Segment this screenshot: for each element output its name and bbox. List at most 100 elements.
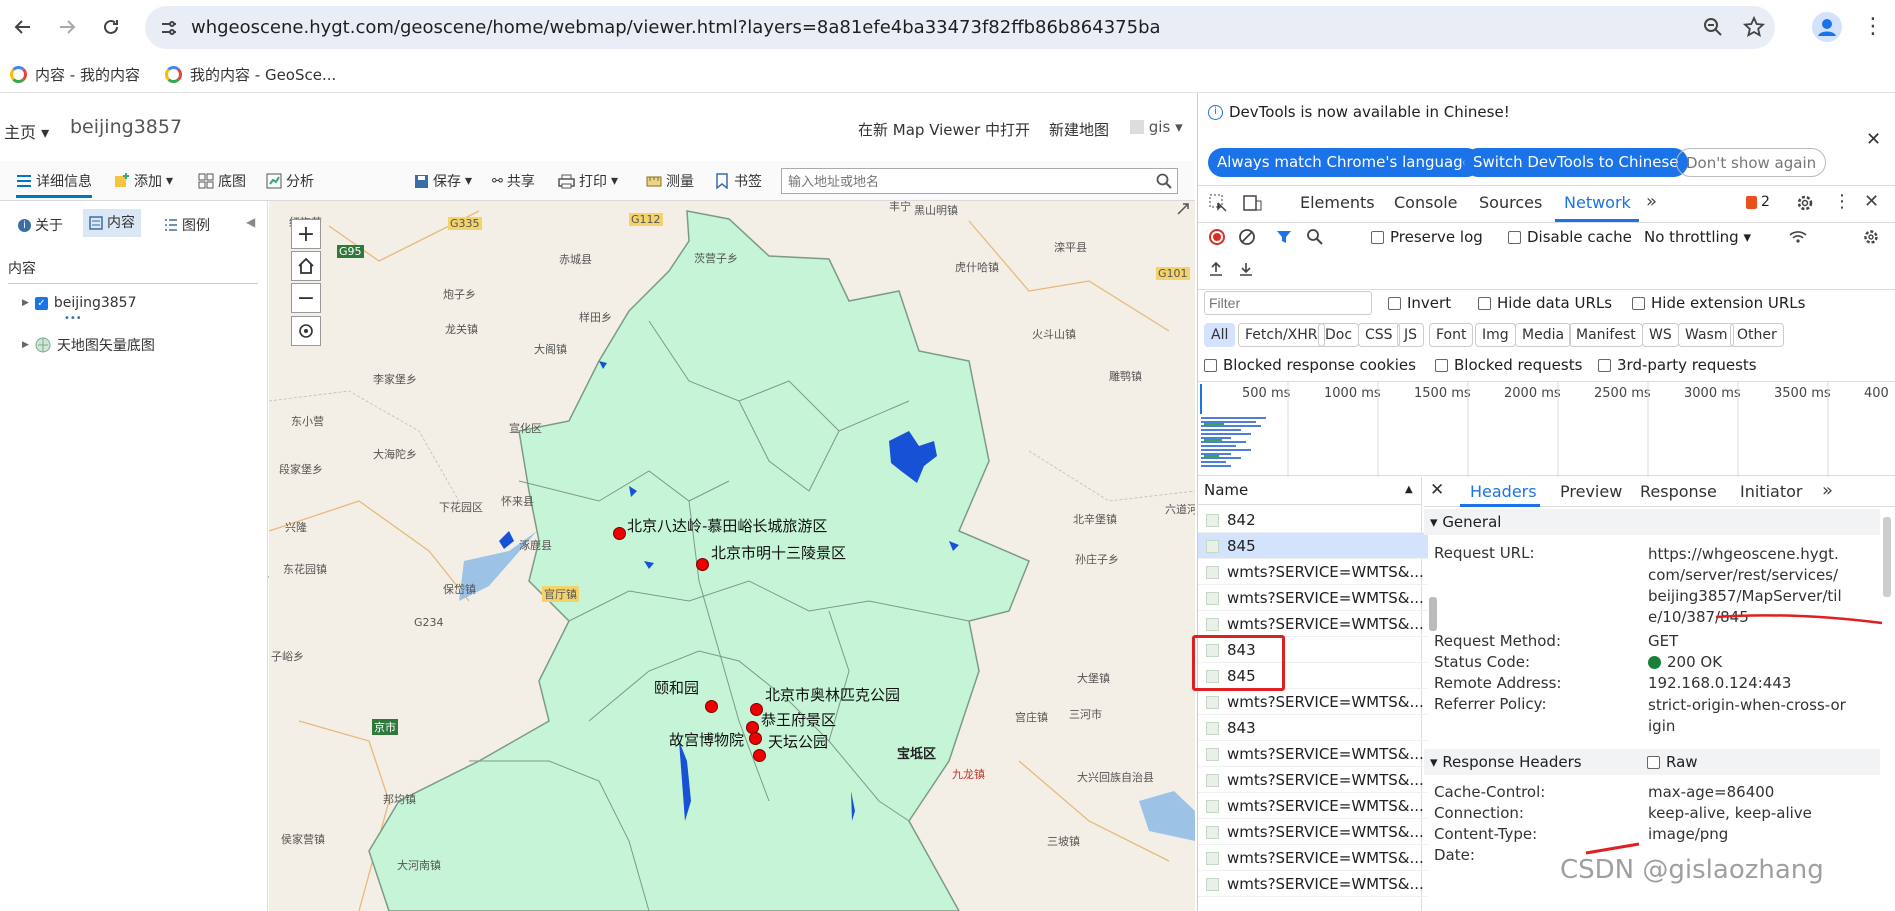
tab-initiator[interactable]: Initiator — [1740, 482, 1802, 501]
network-conditions-icon[interactable] — [1788, 229, 1808, 245]
tab-sources[interactable]: Sources — [1479, 193, 1542, 212]
hide-data-urls-toggle[interactable]: Hide data URLs — [1478, 294, 1612, 312]
request-row[interactable]: wmts?SERVICE=WMTS&... — [1198, 819, 1428, 845]
layer-checkbox[interactable]: ✓ — [34, 296, 48, 310]
request-row[interactable]: wmts?SERVICE=WMTS&... — [1198, 793, 1428, 819]
tab-headers[interactable]: Headers — [1470, 482, 1537, 501]
close-devtools-icon[interactable]: ✕ — [1864, 191, 1879, 212]
import-har-icon[interactable] — [1208, 261, 1224, 277]
close-banner-icon[interactable]: ✕ — [1866, 129, 1881, 150]
filter-fetch-xhr[interactable]: Fetch/XHR — [1238, 323, 1325, 347]
url-text[interactable]: whgeoscene.hygt.com/geoscene/home/webmap… — [191, 17, 1161, 38]
tab-response[interactable]: Response — [1640, 482, 1717, 501]
filter-other[interactable]: Other — [1730, 323, 1784, 347]
request-row[interactable]: 842 — [1198, 507, 1428, 533]
raw-toggle[interactable]: Raw — [1647, 749, 1698, 775]
address-search-input[interactable] — [782, 169, 1152, 193]
filter-css[interactable]: CSS — [1358, 323, 1400, 347]
filter-img[interactable]: Img — [1475, 323, 1516, 347]
preserve-log-toggle[interactable]: Preserve log — [1371, 228, 1483, 246]
add-button[interactable]: 添加 ▾ — [114, 171, 173, 191]
filter-js[interactable]: JS — [1397, 323, 1425, 347]
device-toolbar-icon[interactable] — [1242, 193, 1262, 213]
request-row[interactable]: wmts?SERVICE=WMTS&... — [1198, 689, 1428, 715]
issues-badge[interactable]: 2 — [1746, 194, 1770, 210]
poi-marker[interactable] — [696, 558, 709, 571]
general-section-header[interactable]: ▾ General — [1424, 509, 1880, 535]
switch-chinese-button[interactable]: Switch DevTools to Chinese — [1464, 148, 1688, 177]
collapse-sidebar-icon[interactable]: ◀ — [246, 215, 255, 229]
back-button[interactable] — [8, 12, 38, 42]
export-har-icon[interactable] — [1238, 261, 1254, 277]
request-row[interactable]: wmts?SERVICE=WMTS&... — [1198, 611, 1428, 637]
filter-ws[interactable]: WS — [1642, 323, 1679, 347]
tab-content[interactable]: 内容 — [83, 209, 141, 237]
browser-menu-icon[interactable]: ⋮ — [1862, 14, 1884, 39]
search-icon[interactable] — [1156, 173, 1172, 189]
poi-marker[interactable] — [613, 527, 626, 540]
throttling-select[interactable]: No throttling ▾ — [1644, 228, 1751, 246]
search-icon[interactable] — [1306, 228, 1324, 246]
filter-font[interactable]: Font — [1429, 323, 1474, 347]
record-icon[interactable] — [1208, 228, 1226, 246]
invert-toggle[interactable]: Invert — [1388, 294, 1451, 312]
bookmark-item[interactable]: 内容 - 我的内容 — [10, 64, 140, 85]
tab-elements[interactable]: Elements — [1300, 193, 1375, 212]
layer-item[interactable]: ▶ ✓ beijing3857 — [22, 295, 136, 311]
analysis-button[interactable]: 分析 — [266, 171, 314, 191]
hide-extension-urls-toggle[interactable]: Hide extension URLs — [1632, 294, 1805, 312]
request-row[interactable]: wmts?SERVICE=WMTS&... — [1198, 871, 1428, 897]
share-button[interactable]: ⚯ 共享 — [492, 171, 535, 191]
tab-legend[interactable]: 图例 — [164, 215, 210, 235]
zoom-out-button[interactable]: − — [291, 283, 321, 313]
clear-icon[interactable] — [1238, 228, 1256, 246]
more-tabs-icon[interactable]: » — [1646, 191, 1657, 212]
request-row[interactable]: wmts?SERVICE=WMTS&... — [1198, 767, 1428, 793]
request-row[interactable]: wmts?SERVICE=WMTS&... — [1198, 559, 1428, 585]
bookmark-item[interactable]: 我的内容 - GeoSce... — [165, 64, 336, 85]
filter-media[interactable]: Media — [1515, 323, 1572, 347]
user-menu[interactable]: gis ▾ — [1130, 118, 1183, 136]
new-map-link[interactable]: 新建地图 — [1049, 119, 1109, 140]
tab-network[interactable]: Network — [1564, 193, 1631, 212]
tab-about[interactable]: i 关于 — [18, 215, 63, 235]
overview-timeline[interactable]: 500 ms 1000 ms 1500 ms 2000 ms 2500 ms 3… — [1198, 381, 1895, 477]
devtools-menu-icon[interactable]: ⋮ — [1833, 191, 1851, 212]
filter-manifest[interactable]: Manifest — [1569, 323, 1643, 347]
blocked-requests-toggle[interactable]: Blocked requests — [1435, 356, 1582, 374]
response-headers-section-header[interactable]: ▾ Response Headers Raw — [1424, 749, 1880, 775]
poi-marker[interactable] — [705, 700, 718, 713]
details-button[interactable]: 详细信息 — [16, 171, 92, 198]
tab-preview[interactable]: Preview — [1560, 482, 1622, 501]
address-bar[interactable]: whgeoscene.hygt.com/geoscene/home/webmap… — [145, 6, 1775, 49]
request-row[interactable]: wmts?SERVICE=WMTS&... — [1198, 585, 1428, 611]
open-in-map-viewer-link[interactable]: 在新 Map Viewer 中打开 — [858, 119, 1030, 140]
basemap-button[interactable]: 底图 — [198, 171, 246, 191]
filter-icon[interactable] — [1276, 229, 1292, 245]
dont-show-button[interactable]: Don't show again — [1676, 148, 1827, 177]
third-party-toggle[interactable]: 3rd-party requests — [1598, 356, 1757, 374]
tab-console[interactable]: Console — [1394, 193, 1458, 212]
layer-item[interactable]: ▶ 天地图矢量底图 — [22, 335, 155, 355]
poi-marker[interactable] — [749, 732, 762, 745]
print-button[interactable]: 打印 ▾ — [558, 171, 618, 191]
filter-doc[interactable]: Doc — [1318, 323, 1360, 347]
more-tabs-icon[interactable]: » — [1822, 480, 1833, 501]
save-button[interactable]: 保存 ▾ — [414, 171, 472, 191]
filter-all[interactable]: All — [1204, 323, 1236, 347]
inspect-icon[interactable] — [1208, 193, 1228, 213]
request-row[interactable]: wmts?SERVICE=WMTS&... — [1198, 845, 1428, 871]
scrollbar-thumb[interactable] — [1883, 517, 1891, 597]
disable-cache-toggle[interactable]: Disable cache — [1508, 228, 1632, 246]
name-column-header[interactable]: Name ▲ — [1198, 477, 1422, 505]
forward-button[interactable] — [52, 12, 82, 42]
request-row-selected[interactable]: 845 — [1198, 533, 1428, 559]
measure-button[interactable]: 测量 — [646, 171, 694, 191]
map-view[interactable]: 红旗营 黑山明镇 丰宁 赤城县 茨营子乡 虎什哈镇 滦平县 G101 G335 … — [269, 201, 1195, 911]
expand-map-icon[interactable] — [1175, 201, 1191, 217]
request-row[interactable]: wmts?SERVICE=WMTS&... — [1198, 741, 1428, 767]
home-extent-button[interactable] — [291, 251, 321, 281]
layer-options-icon[interactable]: ••• — [64, 313, 82, 324]
bookmarks-button[interactable]: 书签 — [714, 171, 762, 191]
zoom-in-button[interactable]: + — [291, 219, 321, 249]
